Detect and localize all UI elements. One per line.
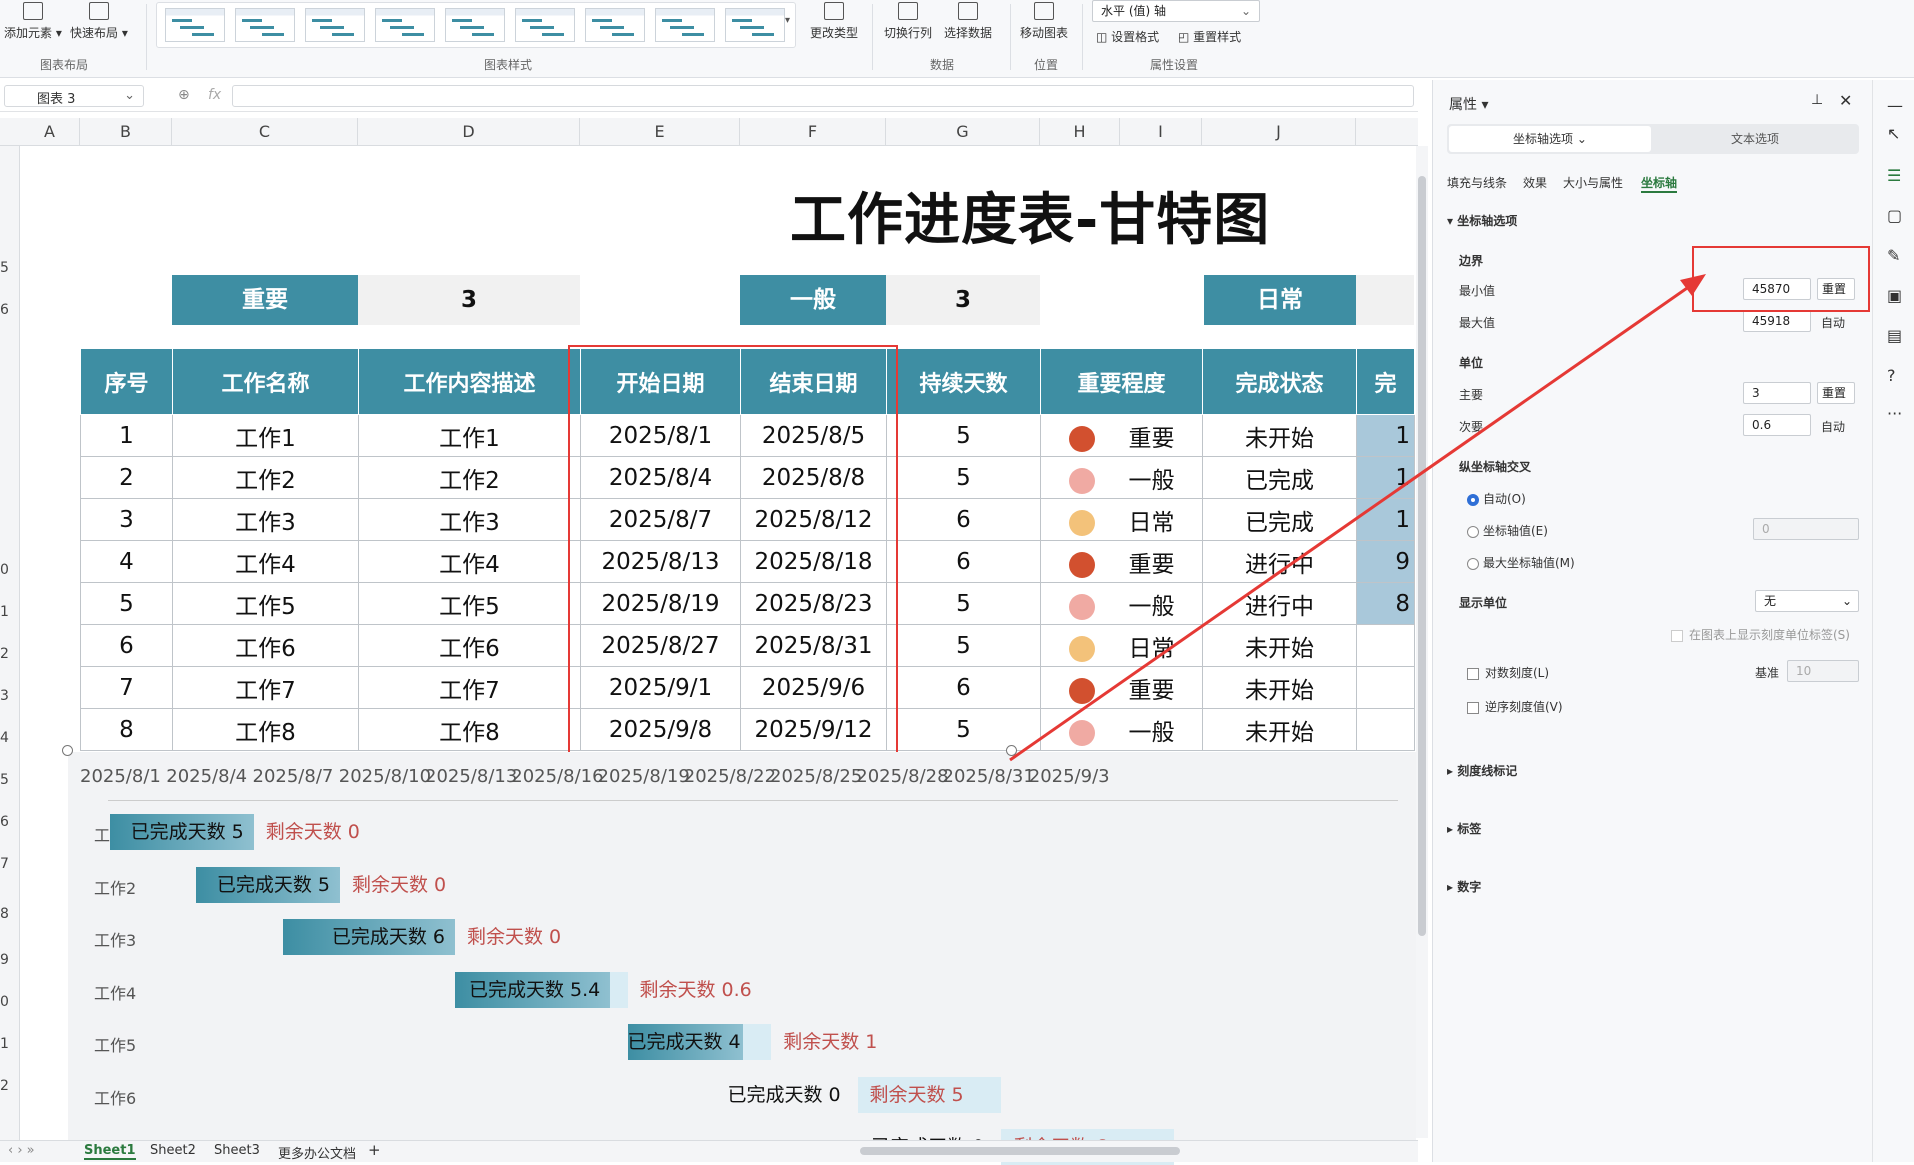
tools-icon[interactable]: ✎	[1887, 246, 1900, 265]
book-icon[interactable]: ▤	[1887, 326, 1902, 345]
minus-icon[interactable]: —	[1887, 96, 1903, 115]
image-icon[interactable]: ▣	[1887, 286, 1902, 305]
comment-icon[interactable]: ▢	[1887, 206, 1902, 225]
cursor-icon[interactable]: ↖	[1887, 124, 1900, 143]
annotation-arrow	[1009, 274, 1706, 762]
right-tool-rail: — ↖ ☰ ▢ ✎ ▣ ▤ ? ···	[1872, 80, 1914, 1162]
help-icon[interactable]: ?	[1887, 366, 1896, 385]
more-icon[interactable]: ···	[1887, 404, 1902, 423]
settings-sliders-icon[interactable]: ☰	[1887, 166, 1901, 185]
